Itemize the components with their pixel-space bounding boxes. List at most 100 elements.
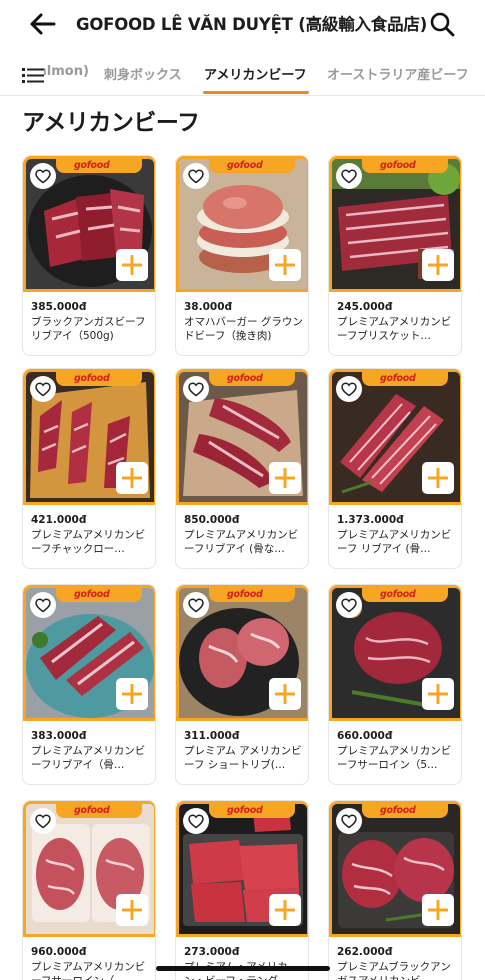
brand-label: gofood (227, 373, 263, 384)
add-to-cart-button[interactable] (269, 462, 301, 494)
product-image: gofood (176, 156, 308, 292)
product-name: プレミアムアメリカンビーフサーロイン（5… (337, 745, 452, 771)
brand-label: gofood (227, 589, 263, 600)
product-price: 850.000đ (184, 514, 240, 526)
arrow-left-icon (30, 13, 56, 35)
product-name: プレミアムアメリカンビーフブリスケット… (337, 316, 452, 342)
active-tab-indicator (203, 91, 309, 94)
product-card[interactable]: gofood 850.000đ プレミアムアメリカンビーフリブアイ (骨な… (175, 368, 309, 569)
page-title: GOFOOD LÊ VĂN DUYỆT (高級輸入食品店) (76, 15, 428, 34)
brand-label: gofood (380, 805, 416, 816)
favorite-button[interactable] (183, 808, 209, 834)
add-to-cart-button[interactable] (116, 678, 148, 710)
add-to-cart-button[interactable] (422, 678, 454, 710)
add-to-cart-button[interactable] (116, 462, 148, 494)
product-name: プレミアムアメリカンビーフリブアイ (骨な… (184, 529, 299, 555)
heart-icon (188, 168, 204, 183)
product-image: gofood (176, 801, 308, 937)
brand-label: gofood (74, 589, 110, 600)
add-to-cart-button[interactable] (269, 249, 301, 281)
heart-icon (35, 597, 51, 612)
brand-label: gofood (380, 589, 416, 600)
favorite-button[interactable] (336, 163, 362, 189)
plus-icon (428, 684, 448, 704)
add-to-cart-button[interactable] (269, 678, 301, 710)
home-indicator (156, 966, 330, 971)
plus-icon (275, 255, 295, 275)
plus-icon (428, 900, 448, 920)
favorite-button[interactable] (183, 592, 209, 618)
product-image: gofood (176, 369, 308, 505)
plus-icon (122, 468, 142, 488)
product-image: gofood (329, 585, 461, 721)
heart-icon (35, 381, 51, 396)
product-card[interactable]: gofood 262.000đ プレミアムブラックアンガスアメリカンビ… (328, 800, 462, 980)
category-menu-button[interactable] (22, 66, 44, 84)
add-to-cart-button[interactable] (116, 249, 148, 281)
product-price: 383.000đ (31, 730, 87, 742)
favorite-button[interactable] (30, 376, 56, 402)
product-name: プレミアムアメリカンビーフリブアイ（骨… (31, 745, 146, 771)
heart-icon (341, 168, 357, 183)
add-to-cart-button[interactable] (116, 894, 148, 926)
product-card[interactable]: gofood 1.373.000đ プレミアムアメリカンビーフ リブアイ (骨… (328, 368, 462, 569)
plus-icon (122, 255, 142, 275)
favorite-button[interactable] (183, 163, 209, 189)
favorite-button[interactable] (30, 163, 56, 189)
product-card[interactable]: gofood 960.000đ プレミアムアメリカンビーフサーロイン（… (22, 800, 156, 980)
product-card[interactable]: gofood 383.000đ プレミアムアメリカンビーフリブアイ（骨… (22, 584, 156, 785)
favorite-button[interactable] (30, 808, 56, 834)
heart-icon (35, 168, 51, 183)
top-bar: GOFOOD LÊ VĂN DUYỆT (高級輸入食品店) (0, 0, 485, 48)
favorite-button[interactable] (30, 592, 56, 618)
brand-label: gofood (380, 160, 416, 171)
product-image: gofood (176, 585, 308, 721)
tab-australian-beef[interactable]: オーストラリア産ビーフ (327, 64, 469, 83)
brand-label: gofood (74, 373, 110, 384)
product-name: オマハバーガー グラウンドビーフ（挽き肉) (184, 316, 303, 342)
tab-american-beef[interactable]: アメリカンビーフ (204, 64, 307, 83)
favorite-button[interactable] (336, 808, 362, 834)
product-price: 245.000đ (337, 301, 393, 313)
product-card[interactable]: gofood 311.000đ プレミアム アメリカンビーフ ショートリブ(… (175, 584, 309, 785)
add-to-cart-button[interactable] (422, 894, 454, 926)
tab-salmon[interactable]: almon) (38, 64, 89, 79)
product-card[interactable]: gofood 273.000đ プレミアム・アメリカン・ビーフ・テンダ… (175, 800, 309, 980)
add-to-cart-button[interactable] (422, 462, 454, 494)
product-name: プレミアムアメリカンビーフ リブアイ (骨… (337, 529, 452, 555)
brand-label: gofood (227, 805, 263, 816)
product-price: 385.000đ (31, 301, 87, 313)
search-button[interactable] (428, 10, 456, 38)
category-tab-bar: almon) 刺身ボックス アメリカンビーフ オーストラリア産ビーフ (0, 52, 485, 96)
product-image: gofood (23, 801, 155, 937)
add-to-cart-button[interactable] (269, 894, 301, 926)
product-price: 421.000đ (31, 514, 87, 526)
product-card[interactable]: gofood 245.000đ プレミアムアメリカンビーフブリスケット… (328, 155, 462, 356)
product-price: 1.373.000đ (337, 514, 404, 526)
add-to-cart-button[interactable] (422, 249, 454, 281)
list-menu-icon (22, 68, 44, 83)
product-card[interactable]: gofood 660.000đ プレミアムアメリカンビーフサーロイン（5… (328, 584, 462, 785)
plus-icon (275, 900, 295, 920)
favorite-button[interactable] (183, 376, 209, 402)
product-price: 262.000đ (337, 946, 393, 958)
favorite-button[interactable] (336, 592, 362, 618)
plus-icon (122, 684, 142, 704)
product-price: 38.000đ (184, 301, 233, 313)
favorite-button[interactable] (336, 376, 362, 402)
product-image: gofood (23, 585, 155, 721)
heart-icon (341, 597, 357, 612)
tab-sashimi-box[interactable]: 刺身ボックス (104, 64, 182, 83)
plus-icon (428, 468, 448, 488)
product-name: プレミアムアメリカンビーフチャックロー… (31, 529, 146, 555)
product-image: gofood (329, 801, 461, 937)
product-name: プレミアムブラックアンガスアメリカンビ… (337, 961, 451, 980)
plus-icon (122, 900, 142, 920)
product-card[interactable]: gofood 38.000đ オマハバーガー グラウンドビーフ（挽き肉) (175, 155, 309, 356)
product-card[interactable]: gofood 385.000đ ブラックアンガスビーフリブアイ（500g) (22, 155, 156, 356)
product-name: プレミアム アメリカンビーフ ショートリブ(… (184, 745, 302, 771)
back-button[interactable] (28, 10, 58, 38)
heart-icon (188, 597, 204, 612)
brand-label: gofood (227, 160, 263, 171)
product-card[interactable]: gofood 421.000đ プレミアムアメリカンビーフチャックロー… (22, 368, 156, 569)
